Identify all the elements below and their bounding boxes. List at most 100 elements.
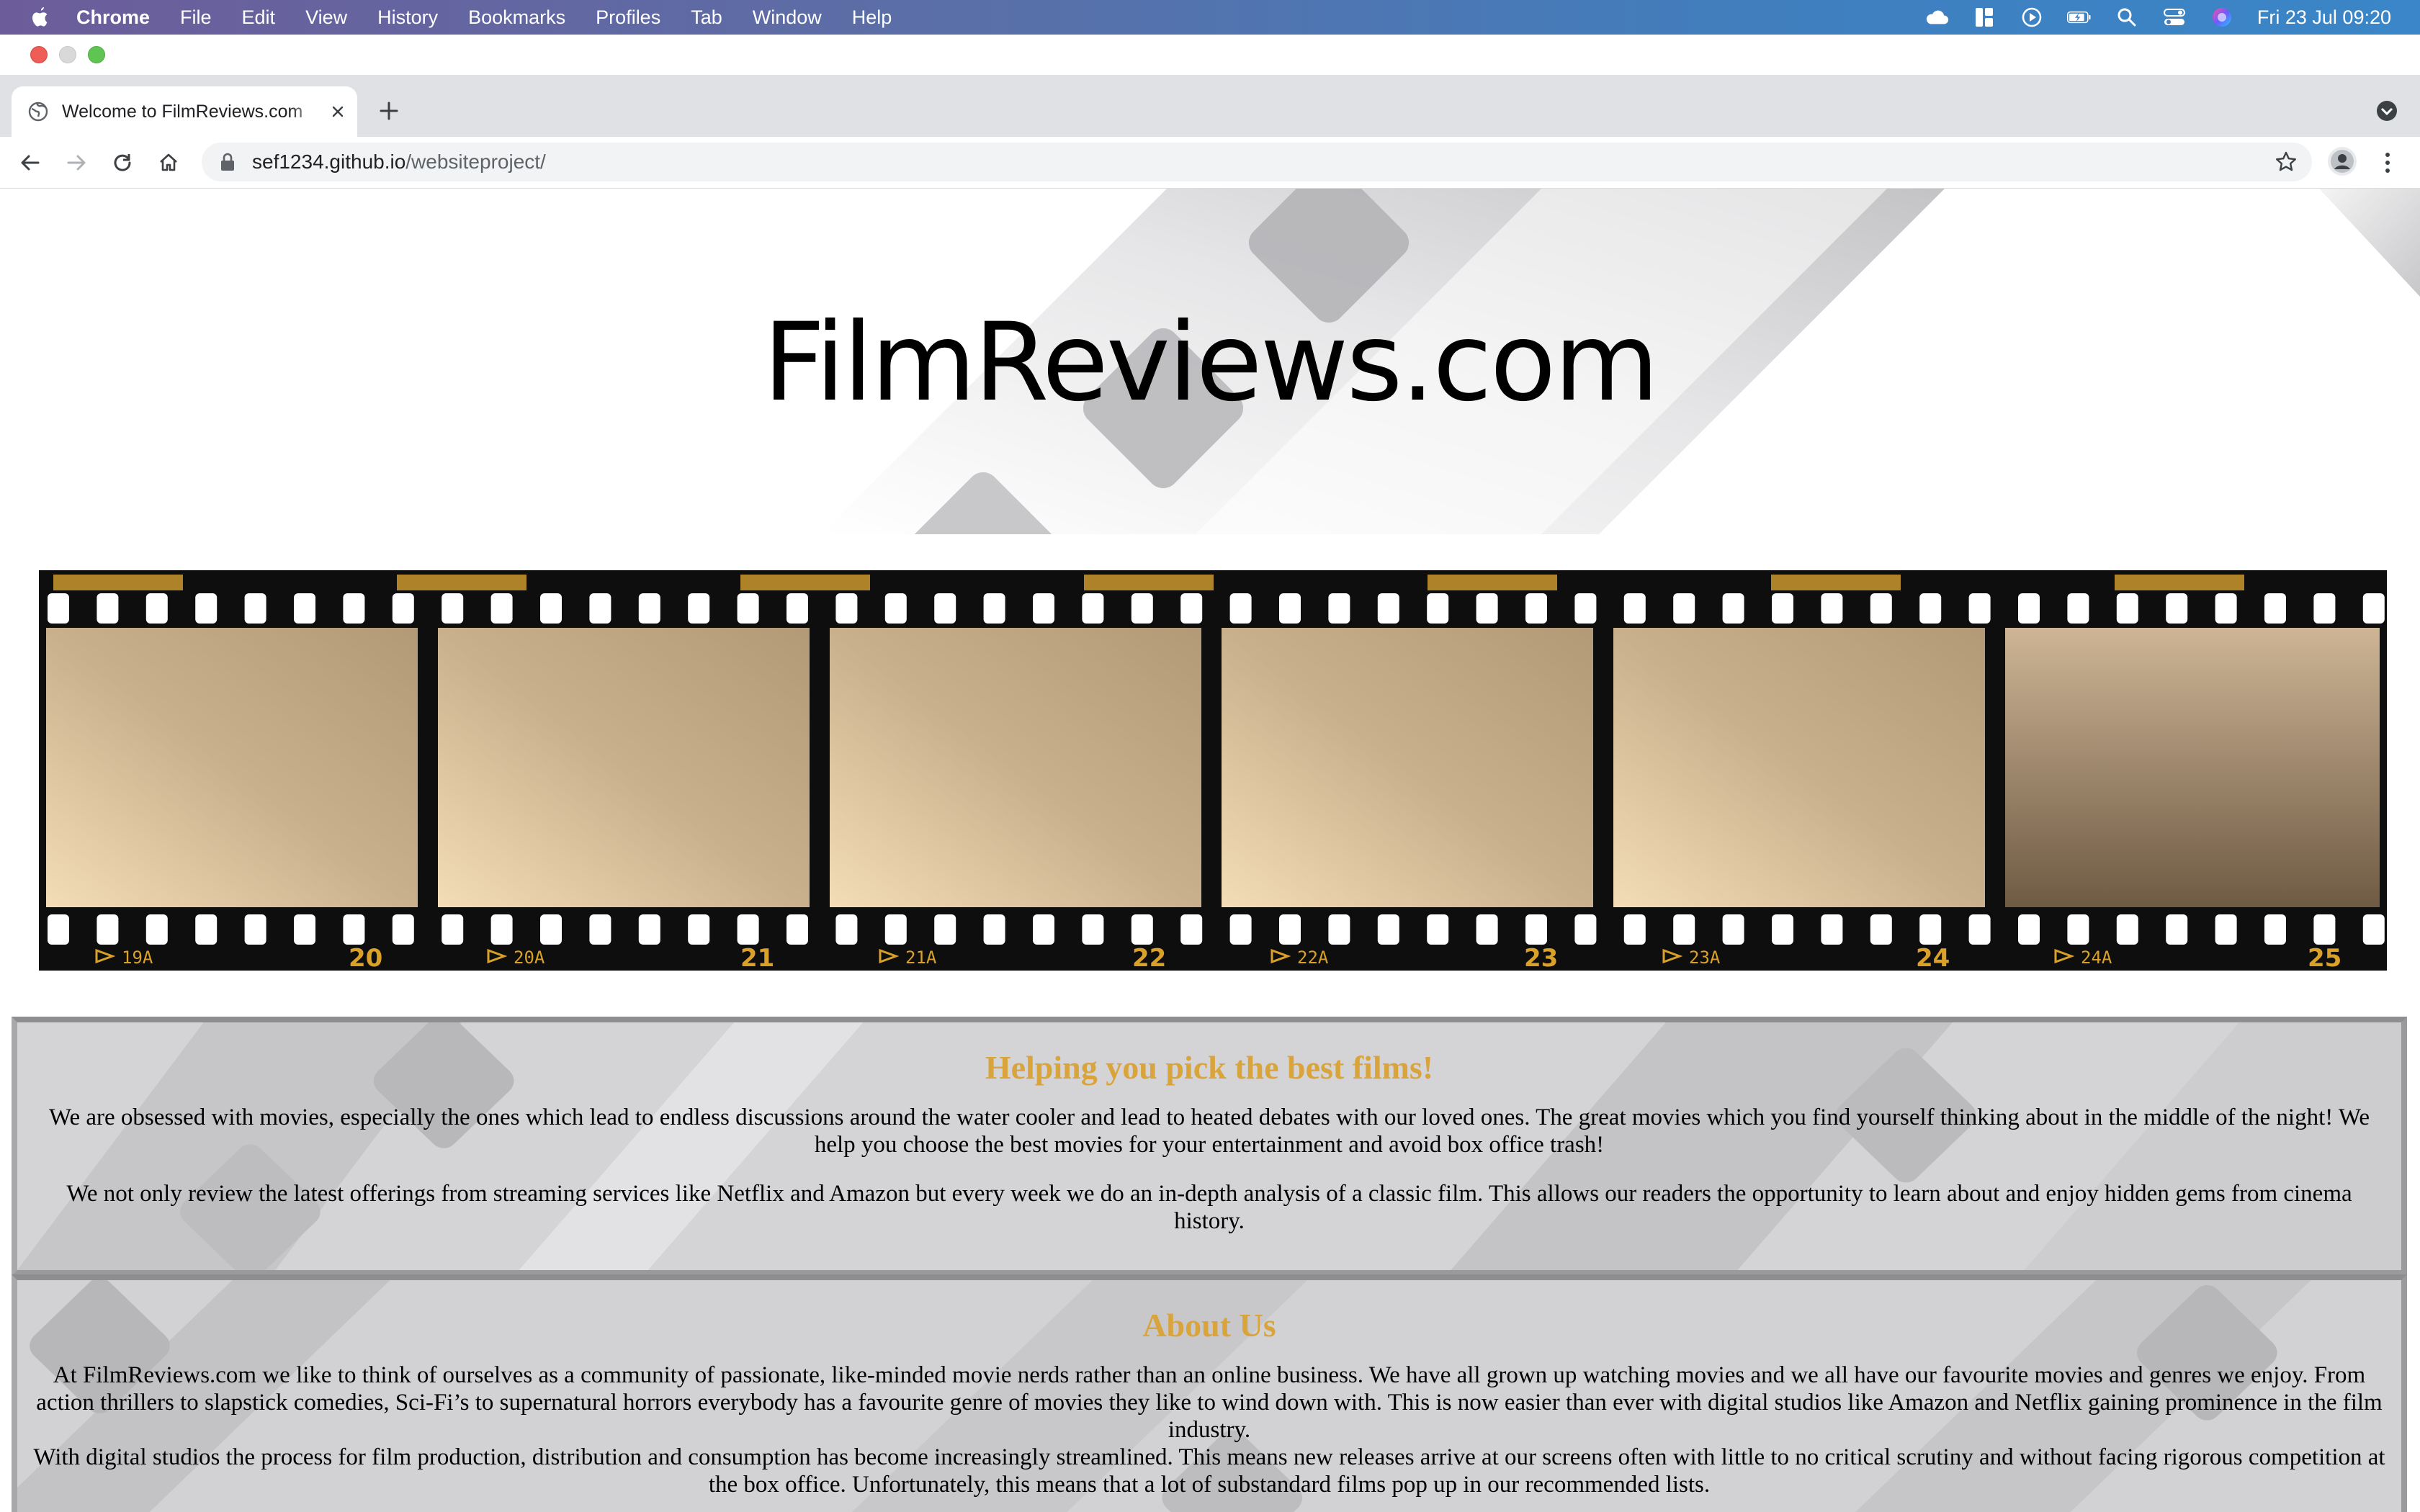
about-section: About Us At FilmReviews.com we like to t… xyxy=(12,1274,2407,1512)
play-circle-icon[interactable] xyxy=(2020,6,2044,28)
control-center-icon[interactable] xyxy=(2162,6,2187,28)
window-maximize-button[interactable] xyxy=(88,46,105,63)
menu-bookmarks[interactable]: Bookmarks xyxy=(468,6,565,29)
battery-icon[interactable] xyxy=(2066,6,2092,28)
window-close-button[interactable] xyxy=(30,46,48,63)
sprocket-hole xyxy=(1377,593,1399,624)
back-arrow-icon[interactable] xyxy=(16,148,45,177)
menu-view[interactable]: View xyxy=(305,6,347,29)
sprocket-hole xyxy=(97,593,119,624)
film-large-number: 21 xyxy=(740,944,774,971)
sprocket-hole xyxy=(688,593,710,624)
forward-arrow-icon[interactable] xyxy=(62,148,91,177)
sprocket-hole xyxy=(1180,914,1203,945)
sprocket-hole xyxy=(1722,593,1744,624)
sprocket-hole xyxy=(1623,914,1646,945)
sprocket-hole xyxy=(490,593,513,624)
profile-avatar-icon[interactable] xyxy=(2328,147,2357,176)
sprocket-hole xyxy=(1279,593,1301,624)
home-icon[interactable] xyxy=(154,148,183,177)
menu-history[interactable]: History xyxy=(377,6,438,29)
menu-window[interactable]: Window xyxy=(753,6,822,29)
sprocket-hole xyxy=(1821,593,1843,624)
menu-edit[interactable]: Edit xyxy=(242,6,276,29)
site-header: FilmReviews.com xyxy=(0,189,2420,534)
sprocket-hole xyxy=(1131,593,1153,624)
sprocket-hole xyxy=(145,914,168,945)
sprocket-hole xyxy=(638,593,660,624)
sprocket-hole xyxy=(1180,593,1203,624)
tab-search-icon[interactable] xyxy=(2374,98,2400,124)
sprocket-hole xyxy=(835,593,858,624)
intro-paragraph-1: We are obsessed with movies, especially … xyxy=(48,1104,2370,1158)
menubar-clock[interactable]: Fri 23 Jul 09:20 xyxy=(2257,6,2391,29)
more-menu-icon[interactable] xyxy=(2377,148,2398,177)
sprocket-hole xyxy=(392,593,414,624)
sprocket-hole xyxy=(195,593,218,624)
sprocket-hole xyxy=(2018,593,2040,624)
sprocket-hole xyxy=(540,593,562,624)
film-large-number: 24 xyxy=(1916,944,1950,971)
sprocket-hole xyxy=(1870,914,1892,945)
menu-app-name[interactable]: Chrome xyxy=(76,6,150,29)
cloud-icon[interactable] xyxy=(1924,6,1949,28)
browser-tab-active[interactable]: Welcome to FilmReviews.com xyxy=(12,86,357,137)
sprocket-hole xyxy=(1772,914,1793,945)
sprocket-hole xyxy=(2018,914,2040,945)
sprocket-hole xyxy=(1328,914,1350,945)
bookmark-star-icon[interactable] xyxy=(2275,150,2298,174)
sprocket-hole xyxy=(835,914,858,945)
sprocket-hole xyxy=(1821,914,1843,945)
address-bar[interactable]: sef1234.github.io/websiteproject/ xyxy=(202,143,2312,181)
sprocket-hole xyxy=(2313,914,2336,945)
sprocket-hole xyxy=(2166,593,2188,624)
sprocket-hole xyxy=(2215,593,2237,624)
sprocket-hole xyxy=(688,914,710,945)
menu-file[interactable]: File xyxy=(180,6,212,29)
sprocket-hole xyxy=(1722,914,1744,945)
sprocket-hole xyxy=(145,593,168,624)
window-titlebar xyxy=(0,35,2420,75)
sprocket-hole xyxy=(884,593,907,624)
menu-profiles[interactable]: Profiles xyxy=(596,6,660,29)
apple-menu-icon[interactable] xyxy=(30,5,52,30)
film-frame-1 xyxy=(46,628,418,907)
sprocket-hole xyxy=(2362,593,2385,624)
search-icon[interactable] xyxy=(2115,6,2139,28)
lock-icon[interactable] xyxy=(220,152,236,172)
sprocket-hole xyxy=(392,914,414,945)
sprocket-hole xyxy=(1476,914,1498,945)
film-frame-5 xyxy=(1613,628,1985,907)
window-minimize-button[interactable] xyxy=(59,46,76,63)
sprocket-hole xyxy=(1229,914,1252,945)
new-tab-icon[interactable] xyxy=(375,96,403,125)
sprocket-hole xyxy=(2264,593,2286,624)
film-frame-4 xyxy=(1222,628,1593,907)
tab-strip: Welcome to FilmReviews.com xyxy=(0,75,2420,137)
sprocket-hole xyxy=(442,593,464,624)
film-frame-3 xyxy=(830,628,1201,907)
url-path: /websiteproject/ xyxy=(405,150,546,173)
film-strip-banner: 19A 20 20A 21 21A 22 22A 23 23A 24 24A 25 xyxy=(39,570,2387,971)
reload-icon[interactable] xyxy=(108,148,137,177)
sprocket-hole xyxy=(1772,593,1793,624)
tab-close-icon[interactable] xyxy=(327,101,349,122)
sprocket-hole xyxy=(1033,914,1054,945)
sprocket-hole xyxy=(2362,914,2385,945)
sprocket-hole xyxy=(1919,914,1942,945)
siri-icon[interactable] xyxy=(2210,6,2234,28)
sprocket-hole xyxy=(884,914,907,945)
url-text[interactable]: sef1234.github.io/websiteproject/ xyxy=(252,150,546,174)
sprocket-hole xyxy=(1919,593,1942,624)
film-small-number: 23A xyxy=(1689,948,1721,968)
sprocket-hole xyxy=(1427,593,1449,624)
sprocket-hole xyxy=(934,914,956,945)
menu-tab[interactable]: Tab xyxy=(691,6,722,29)
film-large-number: 22 xyxy=(1132,944,1166,971)
sprocket-hole xyxy=(1131,914,1153,945)
sprocket-hole xyxy=(1673,593,1695,624)
layout-icon[interactable] xyxy=(1972,6,1996,28)
sprocket-hole xyxy=(737,914,759,945)
sprocket-hole xyxy=(1082,914,1104,945)
menu-help[interactable]: Help xyxy=(852,6,892,29)
